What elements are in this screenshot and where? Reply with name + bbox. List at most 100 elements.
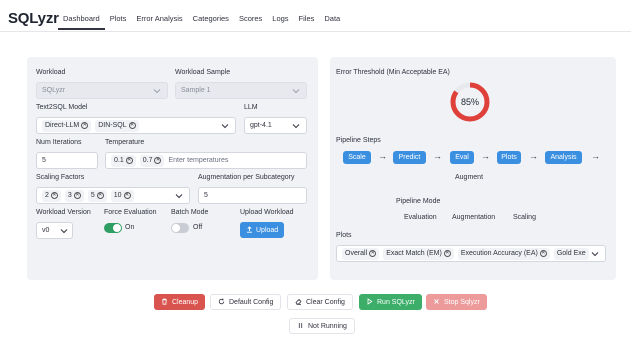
force-evaluation-toggle[interactable] — [104, 223, 122, 233]
reset-icon — [218, 298, 225, 307]
augmentation-value: 5 — [204, 192, 208, 199]
close-icon[interactable]: ✕ — [369, 250, 377, 257]
close-icon — [433, 298, 440, 307]
chevron-down-icon — [591, 250, 599, 258]
batch-mode-label: Batch Mode — [171, 209, 209, 216]
status-indicator: Not Running — [289, 318, 355, 334]
arrow-right-icon: → — [591, 151, 600, 161]
workload-label: Workload — [36, 69, 66, 76]
force-evaluation-label: Force Evaluation — [104, 209, 157, 216]
tab-error-analysis[interactable]: Error Analysis — [131, 10, 187, 30]
cleanup-button[interactable]: Cleanup — [154, 294, 206, 310]
num-iterations-label: Num Iterations — [36, 139, 82, 146]
stop-button[interactable]: Stop Sqlyzr — [426, 294, 487, 310]
close-icon[interactable]: ✕ — [50, 192, 58, 199]
plot-chip[interactable]: Execution Accuracy (EA) ✕ — [457, 247, 550, 260]
force-evaluation-state: On — [125, 224, 135, 231]
plot-chip[interactable]: Overall ✕ — [342, 247, 380, 260]
text2sql-model-multiselect[interactable]: Direct-LLM ✕ DIN-SQL ✕ — [36, 117, 236, 134]
threshold-value: 85% — [460, 97, 479, 107]
llm-select[interactable]: gpt-4.1 — [244, 117, 307, 134]
temperature-label: Temperature — [105, 139, 145, 146]
chevron-down-icon — [292, 122, 300, 130]
step-plots[interactable]: Plots — [497, 151, 521, 164]
close-icon[interactable]: ✕ — [73, 192, 81, 199]
close-icon[interactable]: ✕ — [96, 192, 104, 199]
tab-logs[interactable]: Logs — [267, 10, 293, 30]
close-icon[interactable]: ✕ — [123, 192, 131, 199]
threshold-label: Error Threshold (Min Acceptable EA) — [336, 69, 450, 76]
chevron-down-icon — [175, 192, 183, 200]
chevron-down-icon — [221, 122, 229, 130]
temperature-input[interactable]: 0.1 ✕ 0.7 ✕ Enter temperatures — [105, 152, 307, 169]
default-config-button[interactable]: Default Config — [210, 294, 282, 310]
chevron-down-icon — [292, 87, 300, 95]
workload-value: SQLyzr — [42, 87, 66, 94]
step-analysis[interactable]: Analysis — [545, 151, 582, 164]
arrow-right-icon: → — [378, 151, 387, 161]
plots-multiselect[interactable]: Overall ✕ Exact Match (EM) ✕ Execution Acc… — [336, 245, 606, 262]
tab-categories[interactable]: Categories — [188, 10, 234, 30]
llm-label: LLM — [244, 104, 258, 111]
scaling-factors-multiselect[interactable]: 2 ✕ 3 ✕ 5 ✕ 10 ✕ — [36, 187, 190, 204]
text2sql-model-label: Text2SQL Model — [36, 104, 88, 111]
scaling-factors-label: Scaling Factors — [36, 174, 85, 181]
close-icon[interactable]: ✕ — [125, 157, 133, 164]
scaling-chip[interactable]: 5 ✕ — [87, 189, 107, 202]
num-iterations-input[interactable]: 5 — [36, 152, 98, 169]
tab-plots[interactable]: Plots — [105, 10, 132, 30]
chevron-down-icon — [153, 87, 161, 95]
temperature-placeholder: Enter temperatures — [168, 157, 229, 164]
close-icon[interactable]: ✕ — [443, 250, 451, 257]
tab-data[interactable]: Data — [319, 10, 345, 30]
batch-mode-toggle[interactable] — [171, 223, 189, 233]
step-predict[interactable]: Predict — [393, 151, 426, 164]
clear-config-button[interactable]: Clear Config — [287, 294, 353, 310]
workload-version-value: v0 — [42, 227, 50, 234]
upload-workload-label: Upload Workload — [240, 209, 294, 216]
plot-chip[interactable]: Exact Match (EM) ✕ — [383, 247, 454, 260]
toggle-knob — [172, 224, 180, 232]
temperature-chip[interactable]: 0.7 ✕ — [139, 154, 165, 167]
run-button[interactable]: Run SQLyzr — [359, 294, 422, 310]
close-icon[interactable]: ✕ — [128, 122, 136, 129]
model-chip[interactable]: DIN-SQL ✕ — [95, 119, 139, 132]
play-icon — [366, 297, 373, 307]
upload-button[interactable]: Upload — [240, 222, 285, 238]
mode-evaluation[interactable]: Evaluation — [404, 214, 437, 221]
workload-version-label: Workload Version — [36, 209, 91, 216]
eraser-icon — [295, 298, 302, 307]
pipeline-mode-label: Pipeline Mode — [396, 198, 441, 205]
arrow-right-icon: → — [481, 151, 490, 161]
upload-button-label: Upload — [256, 226, 279, 234]
tab-files[interactable]: Files — [294, 10, 320, 30]
augmentation-input[interactable]: 5 — [198, 187, 307, 204]
step-scale[interactable]: Scale — [343, 151, 371, 164]
tab-dashboard[interactable]: Dashboard — [58, 10, 105, 30]
close-icon[interactable]: ✕ — [539, 250, 547, 257]
num-iterations-value: 5 — [42, 157, 46, 164]
tab-scores[interactable]: Scores — [234, 10, 267, 30]
workload-version-select[interactable]: v0 — [36, 222, 73, 239]
workload-sample-select[interactable]: Sample 1 — [175, 82, 307, 99]
step-eval[interactable]: Eval — [450, 151, 474, 164]
step-augment[interactable]: Augment — [455, 174, 483, 181]
workload-select[interactable]: SQLyzr — [36, 82, 168, 99]
augmentation-label: Augmentation per Subcategory — [198, 174, 295, 181]
llm-value: gpt-4.1 — [250, 122, 272, 129]
workload-sample-value: Sample 1 — [181, 87, 211, 94]
plots-label: Plots — [336, 232, 352, 239]
temperature-chip[interactable]: 0.1 ✕ — [111, 154, 136, 167]
upload-icon — [246, 225, 253, 235]
mode-scaling[interactable]: Scaling — [513, 214, 536, 221]
scaling-chip[interactable]: 3 ✕ — [64, 189, 84, 202]
model-chip[interactable]: Direct-LLM ✕ — [42, 119, 92, 132]
close-icon[interactable]: ✕ — [81, 122, 89, 129]
pipeline-steps-label: Pipeline Steps — [336, 137, 381, 144]
mode-augmentation[interactable]: Augmentation — [452, 214, 495, 221]
scaling-chip[interactable]: 2 ✕ — [42, 189, 61, 202]
app-header: SQLyzr Dashboard Plots Error Analysis Ca… — [0, 0, 631, 34]
plot-chip[interactable]: Gold Exe — [553, 247, 589, 260]
scaling-chip[interactable]: 10 ✕ — [110, 189, 134, 202]
close-icon[interactable]: ✕ — [154, 157, 162, 164]
